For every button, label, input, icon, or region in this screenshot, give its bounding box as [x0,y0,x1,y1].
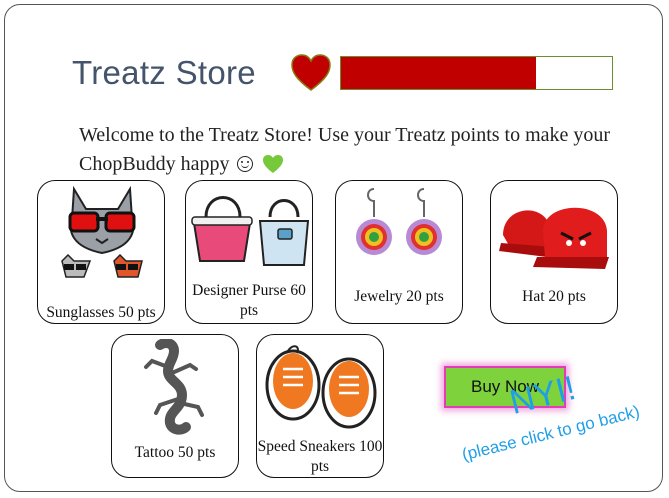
item-card-sunglasses[interactable]: Sunglasses 50 pts [37,180,165,324]
welcome-text: Welcome to the Treatz Store! Use your Tr… [79,124,611,175]
green-heart-icon [262,155,283,173]
smiley-icon [236,156,253,172]
page-title: Treatz Store [72,54,256,91]
item-label: Sunglasses 50 pts [46,304,156,321]
purse-icon [191,196,310,266]
item-card-purse[interactable]: Designer Purse 60 pts [185,180,313,324]
item-card-sneakers[interactable]: Speed Sneakers 100 pts [256,334,384,478]
item-card-hat[interactable]: Hat 20 pts [490,180,618,324]
sneakers-icon [265,345,377,429]
item-label: Jewelry 20 pts [354,288,444,305]
item-label: Hat 20 pts [522,288,586,305]
cat-sunglasses-icon [61,185,143,278]
cap-icon [499,207,609,269]
item-card-jewelry[interactable]: Jewelry 20 pts [335,180,463,324]
gecko-icon [144,339,204,435]
health-bar-fill [341,57,537,89]
item-card-tattoo[interactable]: Tattoo 50 pts [111,334,239,478]
welcome-message: Welcome to the Treatz Store! Use your Tr… [79,121,619,179]
earrings-icon [356,188,442,255]
item-label: Designer Purse 60 pts [192,282,306,319]
item-label: Tattoo 50 pts [134,444,216,461]
health-bar [340,56,613,90]
item-label: Speed Sneakers 100 pts [257,438,383,475]
heart-icon [291,54,331,91]
